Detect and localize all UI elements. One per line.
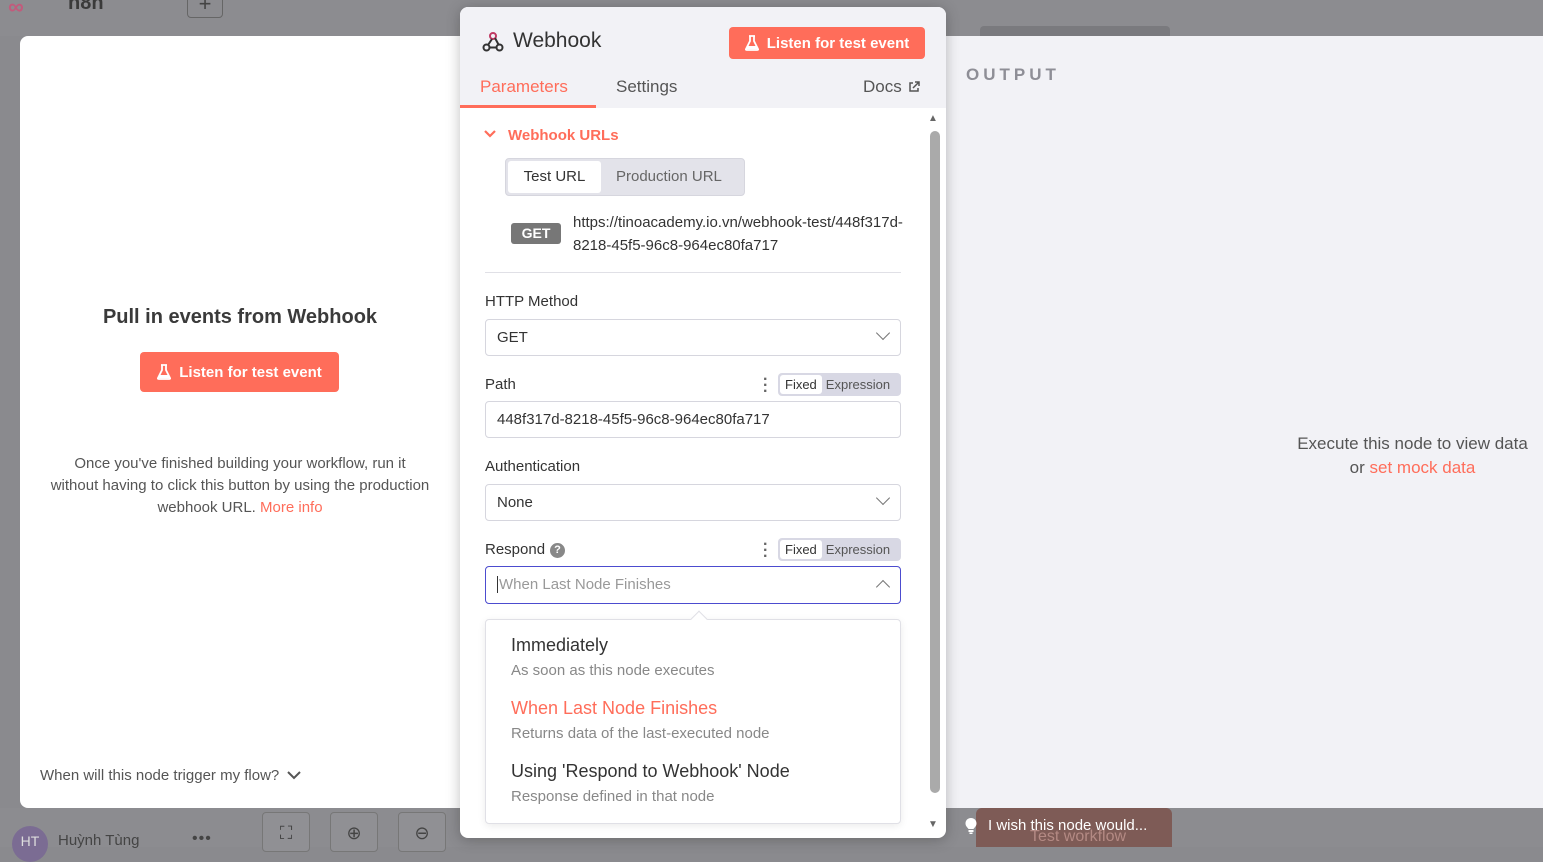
path-input[interactable]: 448f317d-8218-45f5-96c8-964ec80fa717 [485,401,901,438]
chevron-down-icon [875,490,891,506]
fit-view-icon[interactable]: ⛶ [262,812,310,852]
tab-parameters[interactable]: Parameters [480,77,568,97]
listen-test-event-button[interactable]: Listen for test event [140,352,339,392]
http-method-select[interactable]: GET [485,319,901,356]
scrollbar-thumb[interactable] [930,131,940,793]
output-empty-message: Execute this node to view data or set mo… [1280,432,1543,480]
test-url-tab[interactable]: Test URL [508,161,601,193]
faq-label: When will this node trigger my flow? [40,767,280,784]
expression-option[interactable]: Expression [826,542,890,557]
user-name: Huỳnh Tùng [58,832,140,849]
chevron-down-icon [287,771,301,780]
authentication-select[interactable]: None [485,484,901,521]
node-settings-panel: Webhook Listen for test event Parameters… [460,7,946,838]
webhook-icon [482,32,504,52]
flask-icon [157,364,172,380]
option-respond-node[interactable]: Using 'Respond to Webhook' Node [511,761,790,782]
production-help-text: Once you've finished building your workf… [50,453,430,519]
respond-placeholder: When Last Node Finishes [497,576,671,593]
option-description[interactable]: As soon as this node executes [511,662,714,679]
header-listen-button[interactable]: Listen for test event [729,27,925,59]
docs-link[interactable]: Docs [863,77,920,97]
set-mock-data-link[interactable]: set mock data [1370,458,1476,477]
avatar[interactable]: HT [12,826,48,862]
tab-settings[interactable]: Settings [616,77,677,97]
external-link-icon [908,81,920,92]
scroll-up-arrow[interactable]: ▲ [927,113,939,125]
input-panel [20,36,480,808]
option-description[interactable]: Response defined in that node [511,788,715,805]
flask-icon [744,35,759,51]
respond-select[interactable]: When Last Node Finishes [485,566,901,604]
respond-label: Respond [485,541,546,558]
production-url-tab[interactable]: Production URL [616,161,728,193]
n8n-logo-icon: ∞ [8,0,24,19]
app-name: n8n [68,0,104,14]
path-options-icon[interactable]: · · · [763,372,768,400]
topbar-tab-strip [980,26,1170,36]
active-tab-indicator [460,105,596,108]
webhook-url[interactable]: https://tinoacademy.io.vn/webhook-test/4… [573,211,903,257]
authentication-value: None [497,494,533,511]
zoom-out-icon[interactable]: ⊖ [398,812,446,852]
node-title[interactable]: Webhook [513,29,601,53]
trigger-faq-toggle[interactable]: When will this node trigger my flow? [40,767,301,784]
feedback-link[interactable]: I wish this node would... [988,817,1147,834]
add-button[interactable]: + [187,0,223,18]
option-description[interactable]: Returns data of the last-executed node [511,725,770,742]
chevron-down-icon [875,325,891,341]
path-fixed-expression-toggle[interactable]: Fixed Expression [778,373,901,396]
method-badge: GET [511,223,561,244]
respond-options-icon[interactable]: · · · [763,537,768,565]
zoom-in-icon[interactable]: ⊕ [330,812,378,852]
divider [485,272,901,273]
fixed-option[interactable]: Fixed [780,375,822,394]
output-panel [946,36,1543,808]
scroll-down-arrow[interactable]: ▼ [927,819,939,831]
fixed-option[interactable]: Fixed [780,540,822,559]
http-method-label: HTTP Method [485,293,579,310]
more-info-link[interactable]: More info [260,499,323,516]
lightbulb-icon [965,818,977,834]
help-text: Once you've finished building your workf… [50,455,430,516]
question-icon[interactable]: ? [550,543,566,558]
output-panel-title: OUTPUT [966,65,1060,84]
option-immediately[interactable]: Immediately [511,635,608,656]
or-text: or [1349,458,1365,477]
input-panel-title: Pull in events from Webhook [102,306,378,328]
header-listen-label: Listen for test event [766,34,910,52]
authentication-label: Authentication [485,458,581,475]
respond-fixed-expression-toggle[interactable]: Fixed Expression [778,538,901,561]
path-value: 448f317d-8218-45f5-96c8-964ec80fa717 [497,411,770,428]
execute-message: Execute this node to view data [1297,434,1528,453]
respond-label-row: Respond? [485,541,566,558]
chevron-down-icon[interactable] [484,127,496,141]
user-menu-icon[interactable]: ••• [192,830,212,848]
http-method-value: GET [497,329,528,346]
chevron-up-icon [875,579,891,595]
docs-label: Docs [863,77,902,96]
expression-option[interactable]: Expression [826,377,890,392]
path-label: Path [485,376,516,393]
listen-button-label: Listen for test event [179,363,322,381]
webhook-urls-toggle[interactable]: Webhook URLs [508,127,619,144]
option-last-node[interactable]: When Last Node Finishes [511,698,717,719]
